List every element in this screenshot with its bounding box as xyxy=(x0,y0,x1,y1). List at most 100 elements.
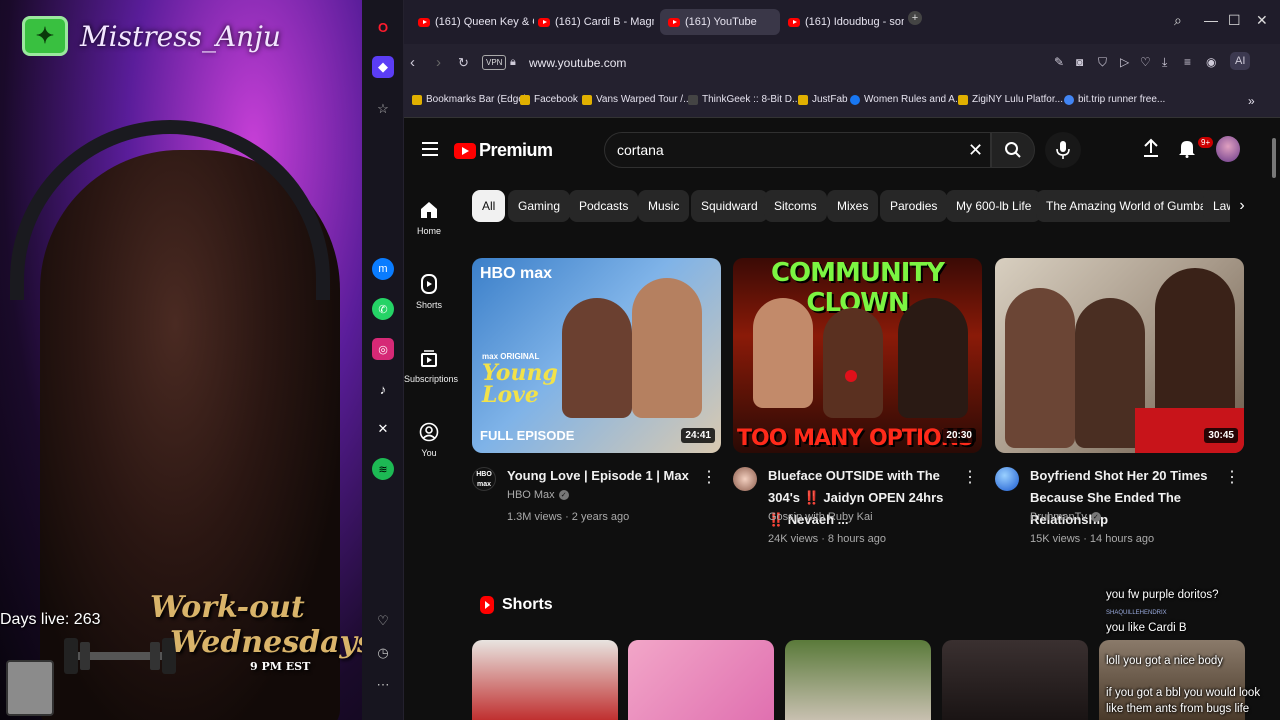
minimize-button[interactable]: — xyxy=(1204,12,1218,28)
chip-all[interactable]: All xyxy=(472,190,506,222)
bookmarks-overflow-icon[interactable]: » xyxy=(1248,94,1255,108)
tab-3-active[interactable]: (161) YouTube xyxy=(660,9,780,35)
video-card[interactable]: HBO max max ORIGINAL Young Love FULL EPI… xyxy=(472,258,721,565)
tab-search-icon[interactable]: ⌕ xyxy=(1174,12,1182,29)
verified-check-icon: ✓ xyxy=(558,490,569,500)
short-thumbnail[interactable] xyxy=(628,640,774,720)
bookmark-item[interactable]: ZigiNY Lulu Platfor... xyxy=(958,94,1063,105)
video-card[interactable]: COMMUNITY CLOWN TOO MANY OPTIONS 20:30 B… xyxy=(733,258,982,565)
mug-graphic xyxy=(6,660,54,716)
channel-name-row[interactable]: Gossip with Ruby Kai xyxy=(768,511,873,523)
new-tab-button[interactable]: + xyxy=(908,11,922,25)
channel-avatar[interactable] xyxy=(995,467,1019,491)
chip-gaming[interactable]: Gaming xyxy=(508,190,571,222)
bookmark-item[interactable]: ThinkGeek :: 8-Bit D... xyxy=(688,94,800,105)
channel-avatar[interactable] xyxy=(733,467,757,491)
ai-button[interactable]: AI xyxy=(1230,52,1251,70)
download-icon[interactable]: ⤓ xyxy=(1162,55,1167,70)
bookmark-item[interactable]: Bookmarks Bar (Edge) xyxy=(412,94,527,105)
messenger-icon[interactable]: m xyxy=(372,258,394,280)
channel-avatar[interactable]: HBO max xyxy=(472,467,496,491)
camera-icon[interactable]: ◙ xyxy=(1076,55,1083,69)
instagram-icon[interactable]: ◎ xyxy=(372,338,394,360)
create-upload-button[interactable] xyxy=(1142,138,1160,158)
tab-4[interactable]: (161) Idoudbug - some du... xyxy=(780,9,904,35)
bookmark-label: bit.trip runner free... xyxy=(1078,94,1166,105)
youtube-logo[interactable]: Premium xyxy=(454,140,553,161)
short-thumbnail[interactable] xyxy=(472,640,618,720)
aria-icon[interactable]: ◆ xyxy=(372,56,394,78)
short-thumbnail[interactable] xyxy=(785,640,931,720)
bookmark-item[interactable]: Women Rules and A... xyxy=(850,94,963,105)
vpn-badge[interactable]: VPN xyxy=(482,55,507,70)
tab-1[interactable]: (161) Queen Key & GloRi... xyxy=(410,9,534,35)
bookmark-item[interactable]: bit.trip runner free... xyxy=(1064,94,1165,105)
youtube-favicon-icon xyxy=(788,17,800,27)
bookmark-item[interactable]: JustFab xyxy=(798,94,848,105)
headset-graphic xyxy=(10,120,330,300)
guide-shorts[interactable]: Shorts xyxy=(404,272,454,310)
heart-icon[interactable]: ♡ xyxy=(372,610,394,632)
reload-button[interactable]: ↻ xyxy=(458,55,469,71)
opera-logo-icon[interactable]: O xyxy=(372,16,394,38)
guide-you[interactable]: You xyxy=(404,420,454,458)
chip-mixes[interactable]: Mixes xyxy=(827,190,879,222)
guide-subscriptions[interactable]: Subscriptions xyxy=(404,346,458,384)
scrollbar-thumb[interactable] xyxy=(1272,138,1276,178)
chip-music[interactable]: Music xyxy=(638,190,690,222)
video-card[interactable]: 30:45 Boyfriend Shot Her 20 Times Becaus… xyxy=(995,258,1244,565)
search-button[interactable] xyxy=(991,132,1035,168)
notifications-button[interactable] xyxy=(1178,138,1196,158)
more-options-icon[interactable]: ⋮ xyxy=(962,467,978,487)
play-icon[interactable]: ▷ xyxy=(1120,55,1129,69)
account-avatar[interactable] xyxy=(1216,136,1240,162)
video-title[interactable]: Young Love | Episode 1 | Max xyxy=(507,465,702,487)
tab-2[interactable]: (161) Cardi B - Magnet (Ly... xyxy=(530,9,654,35)
more-icon[interactable]: ⋯ xyxy=(372,674,394,696)
thinkgeek-icon xyxy=(688,94,698,105)
video-thumbnail[interactable]: COMMUNITY CLOWN TOO MANY OPTIONS 20:30 xyxy=(733,258,982,453)
pinboard-icon[interactable]: ☆ xyxy=(372,98,394,120)
page-scrollbar[interactable] xyxy=(1268,118,1280,720)
search-input[interactable] xyxy=(617,142,947,158)
short-thumbnail[interactable] xyxy=(942,640,1088,720)
more-options-icon[interactable]: ⋮ xyxy=(701,467,717,487)
forward-button[interactable]: › xyxy=(436,54,441,71)
hamburger-menu-icon[interactable] xyxy=(422,142,438,156)
chip-parodies[interactable]: Parodies xyxy=(880,190,948,222)
close-window-button[interactable]: ✕ xyxy=(1256,12,1268,29)
clear-search-icon[interactable]: ✕ xyxy=(968,140,983,161)
back-button[interactable]: ‹ xyxy=(410,54,415,71)
chip-my-600-lb-life[interactable]: My 600-lb Life xyxy=(946,190,1042,222)
chip-squidward[interactable]: Squidward xyxy=(691,190,768,222)
history-icon[interactable]: ◷ xyxy=(372,642,394,664)
voice-search-button[interactable] xyxy=(1045,132,1081,168)
profile-icon[interactable]: ◉ xyxy=(1206,55,1216,69)
chips-next-arrow-icon[interactable]: › xyxy=(1230,190,1254,222)
bookmark-label: Vans Warped Tour /... xyxy=(596,94,692,105)
edit-icon[interactable]: ✎ xyxy=(1054,55,1064,69)
guide-home[interactable]: Home xyxy=(404,198,454,236)
url-field[interactable]: www.youtube.com xyxy=(529,56,626,70)
chip-amazing-world-of-gumball[interactable]: The Amazing World of Gumball xyxy=(1036,190,1222,222)
chip-sitcoms[interactable]: Sitcoms xyxy=(764,190,827,222)
x-twitter-icon[interactable]: ✕ xyxy=(372,418,394,440)
channel-name-row[interactable]: HBO Max ✓ xyxy=(507,489,569,501)
bookmark-heart-icon[interactable]: ♡ xyxy=(1140,55,1151,69)
chip-podcasts[interactable]: Podcasts xyxy=(569,190,639,222)
maximize-button[interactable]: ☐ xyxy=(1228,12,1241,29)
spotify-icon[interactable]: ≋ xyxy=(372,458,394,480)
tiktok-icon[interactable]: ♪ xyxy=(372,378,394,400)
more-options-icon[interactable]: ⋮ xyxy=(1224,467,1240,487)
menu-lines-icon[interactable]: ≡ xyxy=(1184,55,1191,69)
whatsapp-icon[interactable]: ✆ xyxy=(372,298,394,320)
lock-icon[interactable]: 🔒︎ xyxy=(510,56,516,69)
thumb-person xyxy=(753,298,813,408)
shield-icon[interactable]: ⛉ xyxy=(1098,55,1107,70)
channel-name-row[interactable]: BruhmanTv ✓ xyxy=(1030,511,1101,523)
bookmark-item[interactable]: Facebook xyxy=(520,94,578,105)
bookmark-label: JustFab xyxy=(812,94,848,105)
bookmark-item[interactable]: Vans Warped Tour /... xyxy=(582,94,691,105)
video-thumbnail[interactable]: HBO max max ORIGINAL Young Love FULL EPI… xyxy=(472,258,721,453)
video-thumbnail[interactable]: 30:45 xyxy=(995,258,1244,453)
